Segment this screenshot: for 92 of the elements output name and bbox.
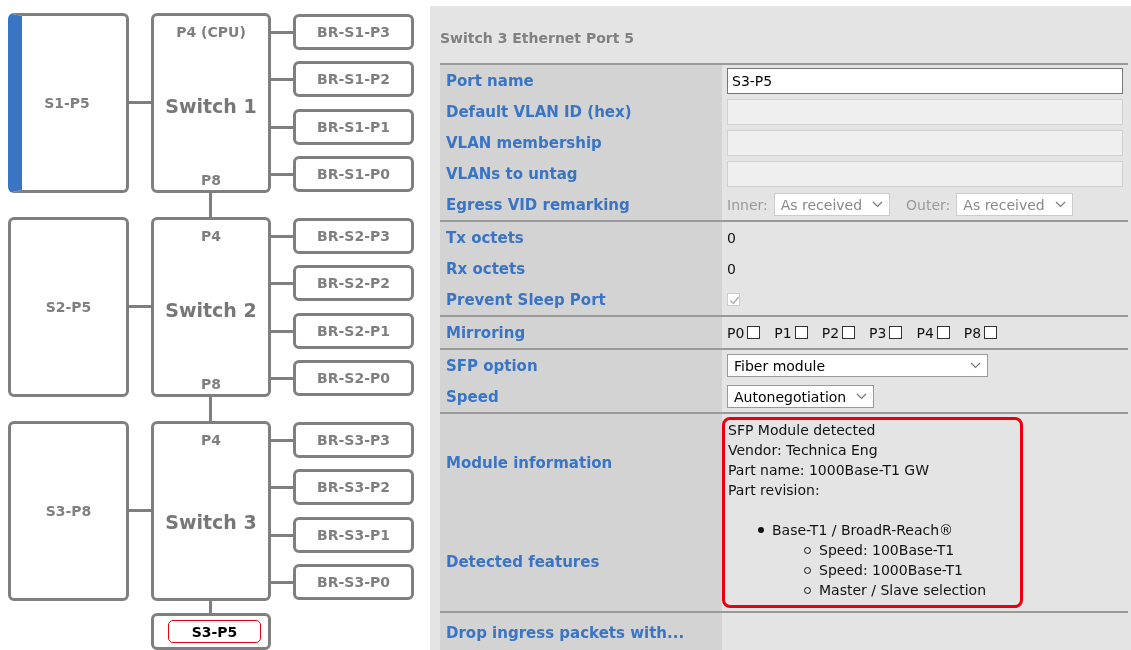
field-label: Rx octets [440, 253, 722, 284]
info-text: Part name: 1000Base-T1 GW [728, 461, 931, 480]
field-label: Egress VID remarking [440, 189, 722, 220]
field-label: Default VLAN ID (hex) [440, 96, 722, 127]
port-node[interactable]: BR-S2-P1 [293, 313, 414, 349]
checkbox-label: P0 [727, 324, 745, 341]
port-node[interactable]: BR-S1-P2 [293, 61, 414, 97]
field-label: SFP option [440, 350, 722, 381]
field-label: Prevent Sleep Port [440, 284, 722, 315]
connector-line [271, 78, 293, 81]
feature-text: Speed: 1000Base-T1 [819, 561, 963, 580]
feature-text: Speed: 100Base-T1 [819, 541, 955, 560]
switch-node[interactable]: P4 Switch 2 P8 [151, 217, 271, 397]
bullet-icon [758, 527, 764, 533]
checkbox[interactable] [747, 326, 761, 339]
checkbox-label: P4 [916, 324, 934, 341]
port-node[interactable]: S1-P5 [8, 13, 129, 193]
checkbox-label: P8 [963, 324, 982, 341]
connector-line [271, 31, 293, 34]
connector-line [271, 439, 293, 442]
connector-line [271, 282, 293, 285]
connector-line [271, 126, 293, 129]
caret-icon [856, 393, 868, 400]
switch-label: Switch 1 [165, 95, 257, 117]
port-label[interactable]: S3-P5 [168, 620, 261, 643]
port-node[interactable]: S3-P8 [8, 421, 129, 601]
port-node[interactable]: BR-S2-P2 [293, 265, 414, 301]
checkbox-label: P1 [774, 324, 792, 341]
caret-icon [1054, 201, 1066, 208]
port-node[interactable]: BR-S1-P0 [293, 156, 414, 192]
connector-line [271, 486, 293, 489]
port-label: P4 [201, 432, 221, 448]
field-label: Module information [440, 414, 722, 513]
panel-title: Switch 3 Ethernet Port 5 [440, 29, 635, 48]
feature-text: Base-T1 / BroadR-Reach® [772, 521, 954, 540]
field-value: 0 [727, 260, 736, 277]
info-text: Vendor: Technica Eng [728, 441, 879, 460]
field-label: Speed [440, 381, 722, 412]
connector-line [271, 581, 293, 584]
connector-line [129, 305, 151, 308]
connector-line [129, 509, 151, 512]
checkbox[interactable] [794, 326, 808, 339]
connector-line [271, 377, 293, 380]
field-value: 0 [727, 229, 736, 246]
field-label: Drop ingress packets with... [440, 613, 722, 650]
port-node[interactable]: S2-P5 [8, 217, 129, 397]
field-label: VLANs to untag [440, 158, 722, 189]
checkbox[interactable] [936, 326, 950, 339]
port-node[interactable]: BR-S1-P1 [293, 109, 414, 145]
port-node[interactable]: BR-S3-P2 [293, 469, 414, 505]
feature-text: Master / Slave selection [819, 581, 987, 600]
checkbox[interactable] [889, 326, 903, 339]
input-field[interactable]: S3-P5 [727, 67, 1123, 94]
caret-icon [970, 362, 981, 369]
caret-icon [872, 201, 884, 208]
field-label: VLAN membership [440, 127, 722, 158]
connector-line [271, 534, 293, 537]
checkbox[interactable] [842, 326, 856, 339]
switch-label: Switch 3 [165, 511, 257, 533]
connector-line [271, 235, 293, 238]
field-label: Port name [440, 65, 722, 96]
connector-line [209, 193, 212, 217]
switch-node[interactable]: P4 Switch 3 [151, 421, 271, 601]
switch-label: Switch 2 [165, 299, 257, 321]
field-label: Detected features [440, 512, 722, 611]
connector-line [271, 173, 293, 176]
port-node[interactable]: S3-P5 [151, 613, 271, 650]
field-label: Tx octets [440, 222, 722, 253]
port-node[interactable]: BR-S2-P0 [293, 360, 414, 396]
connector-line [209, 397, 212, 421]
checkbox-label: P3 [869, 324, 887, 341]
port-label: P4 [201, 228, 221, 244]
field-label: Mirroring [440, 317, 722, 348]
select-label: Inner: [727, 196, 768, 213]
info-text: SFP Module detected [728, 421, 877, 440]
switch-node[interactable]: P4 (CPU) Switch 1 P8 [151, 13, 271, 193]
port-node[interactable]: BR-S3-P0 [293, 564, 414, 600]
select-label: Outer: [906, 196, 951, 213]
connector-line [271, 330, 293, 333]
port-node[interactable]: BR-S1-P3 [293, 14, 414, 50]
port-label: P4 (CPU) [176, 24, 246, 40]
port-node[interactable]: BR-S3-P1 [293, 517, 414, 553]
checkbox-label: P2 [821, 324, 840, 341]
dropdown[interactable]: Fiber module [727, 354, 988, 377]
port-label: P8 [201, 172, 221, 188]
connector-line [129, 101, 151, 104]
port-node[interactable]: BR-S3-P3 [293, 422, 414, 458]
dropdown[interactable]: Autonegotiation [727, 385, 875, 408]
port-node[interactable]: BR-S2-P3 [293, 218, 414, 254]
port-label: P8 [201, 376, 221, 392]
info-text: Part revision: [728, 481, 821, 500]
checkbox[interactable] [984, 326, 998, 339]
